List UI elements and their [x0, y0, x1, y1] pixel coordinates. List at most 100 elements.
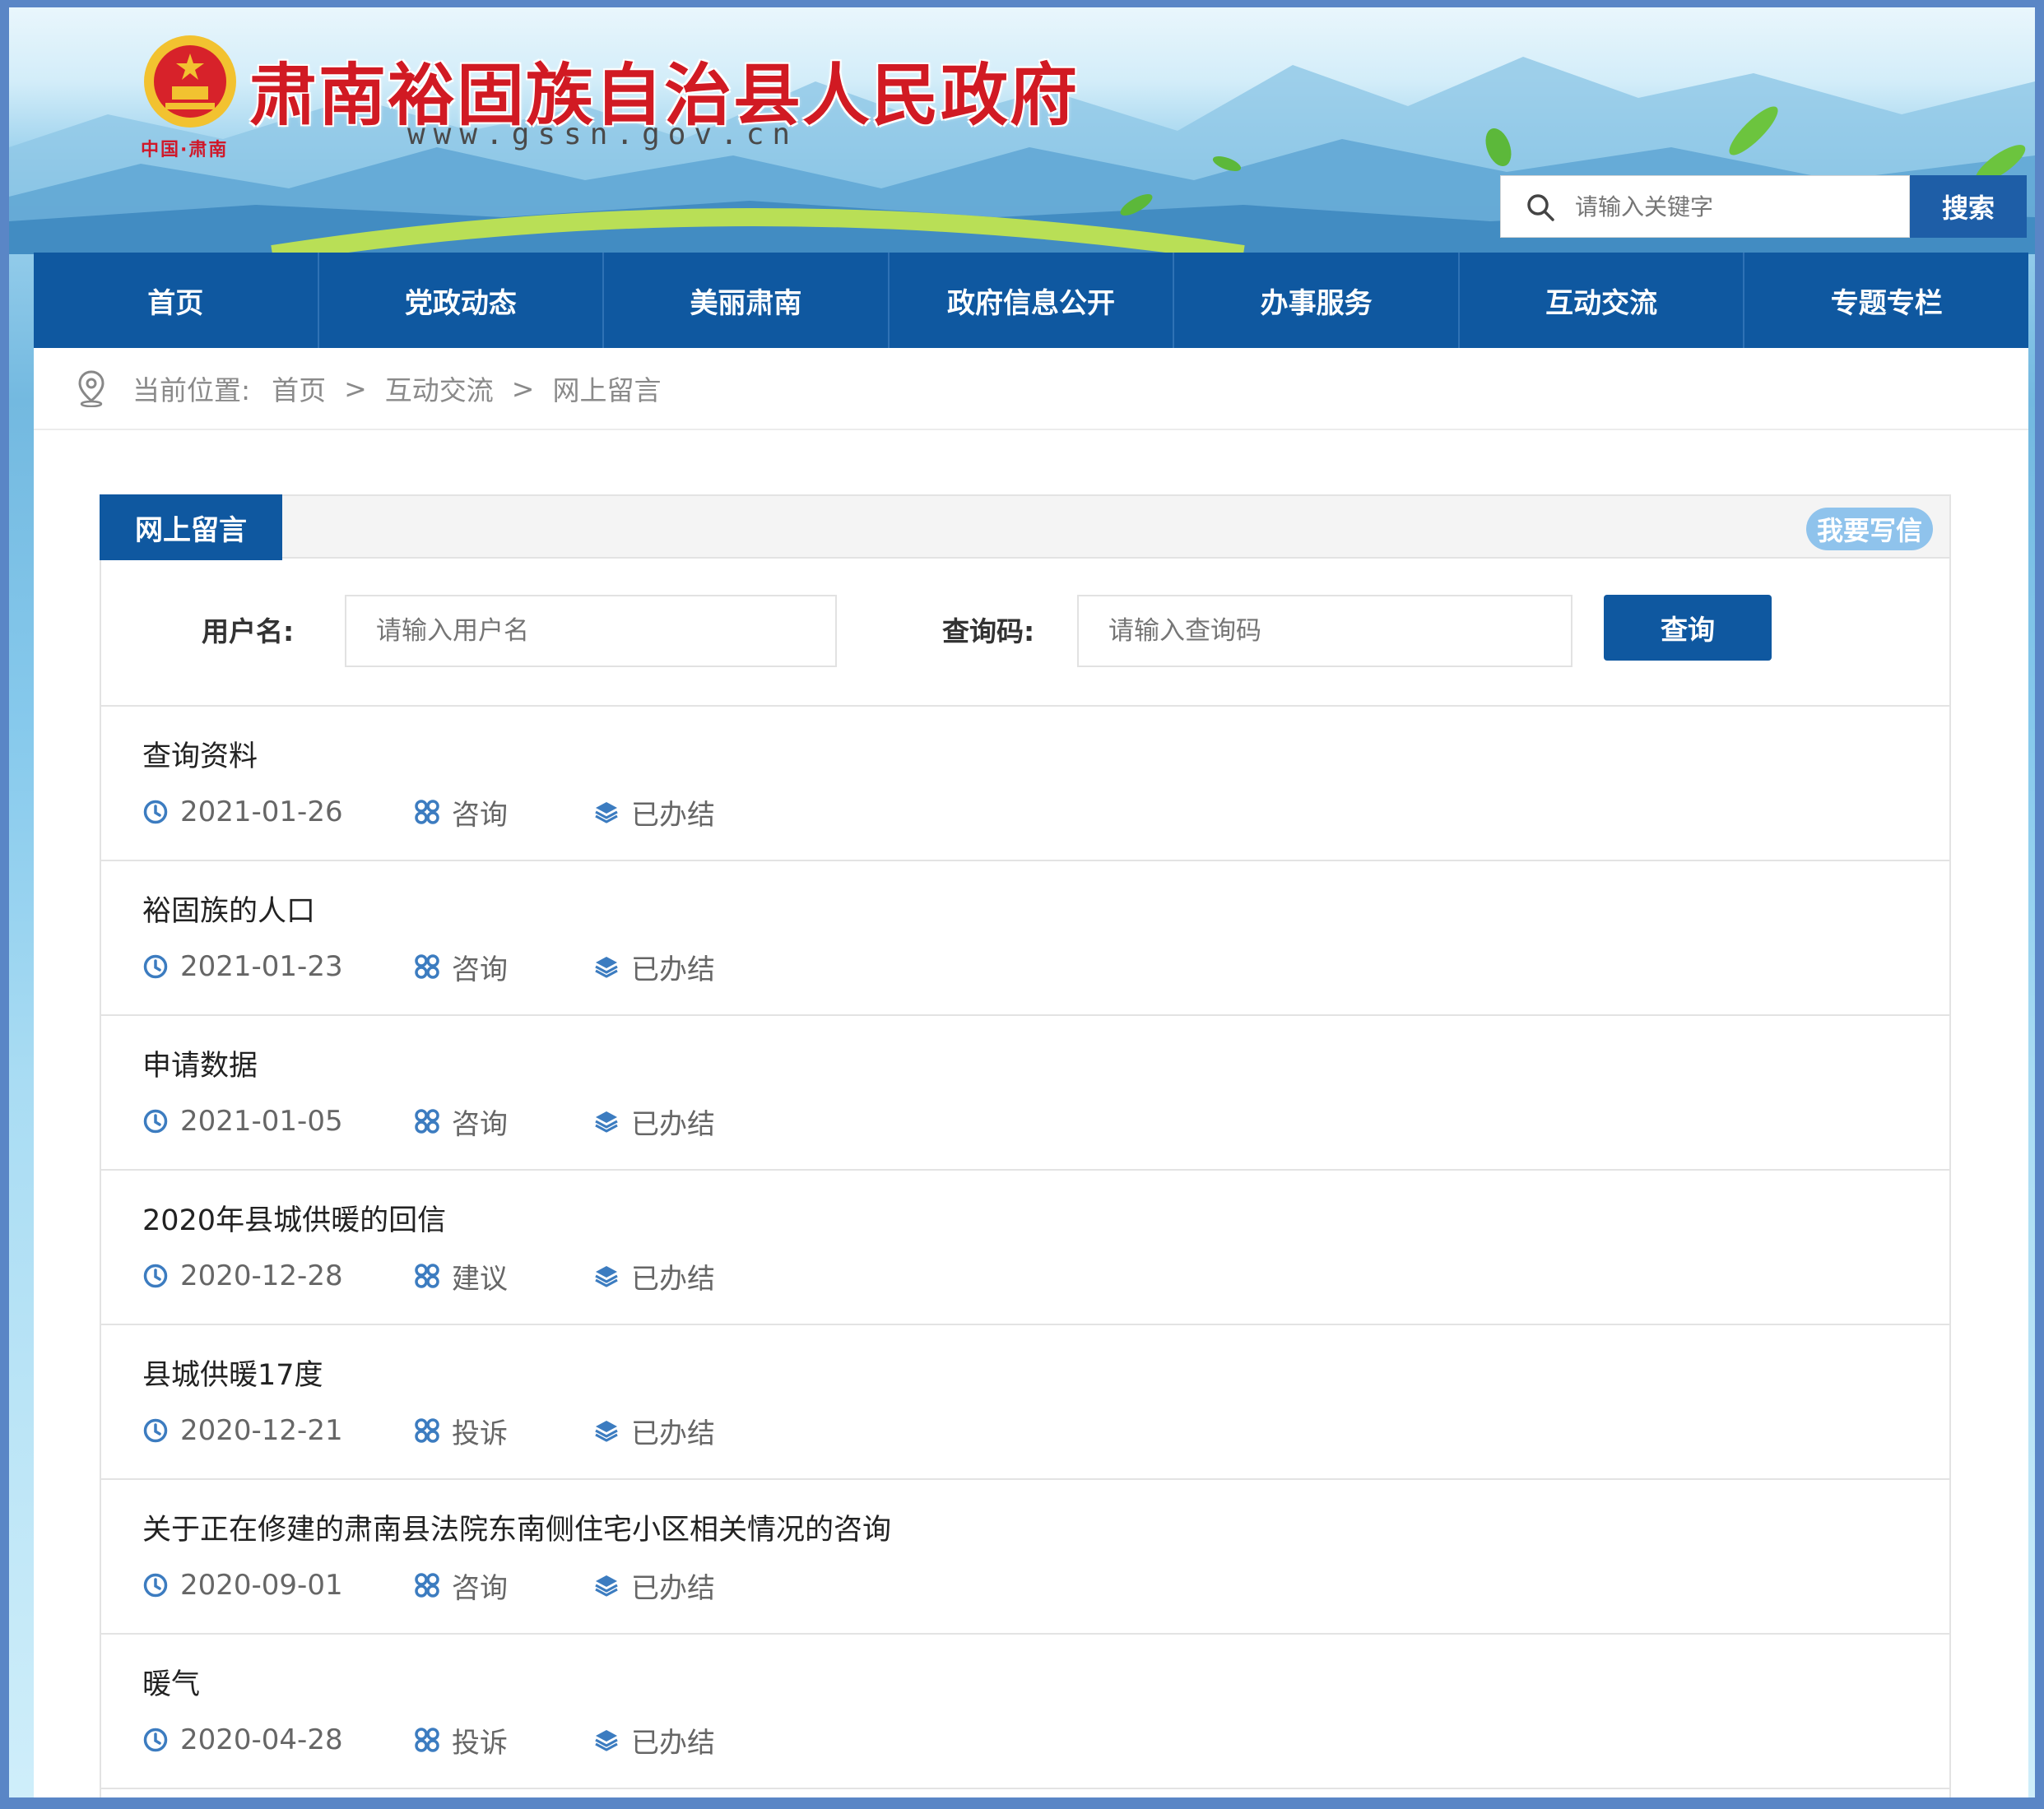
- category-icon: [415, 954, 439, 979]
- site-url: www.gssn.gov.cn: [407, 118, 799, 151]
- list-item[interactable]: 裕固族的人口 2021-01-23 咨询 已办结: [101, 861, 1949, 1016]
- nav-item-home[interactable]: 首页: [34, 253, 319, 348]
- message-status: 已办结: [631, 1417, 715, 1450]
- emblem-caption: 中国·肃南: [141, 140, 229, 160]
- nav-item-beautiful-sunan[interactable]: 美丽肃南: [604, 253, 890, 348]
- message-type: 咨询: [452, 953, 508, 986]
- breadcrumb-home[interactable]: 首页: [272, 369, 326, 408]
- message-title[interactable]: 申请数据: [142, 1042, 258, 1084]
- breadcrumb-interaction[interactable]: 互动交流: [385, 369, 494, 408]
- message-date: 2021-01-23: [180, 950, 343, 983]
- message-type-cell: 咨询: [414, 950, 508, 986]
- message-meta: 2020-09-01 咨询 已办结: [142, 1569, 1130, 1605]
- message-type: 咨询: [452, 798, 508, 832]
- message-status-cell: 已办结: [593, 950, 715, 986]
- message-type: 投诉: [452, 1417, 508, 1450]
- message-status-cell: 已办结: [593, 1723, 715, 1760]
- message-status-cell: 已办结: [593, 1259, 715, 1296]
- layers-icon: [595, 1421, 618, 1442]
- category-icon: [415, 1728, 439, 1752]
- message-type-cell: 咨询: [414, 795, 508, 832]
- tab-online-messages[interactable]: 网上留言: [100, 494, 282, 560]
- message-meta: 2020-12-21 投诉 已办结: [142, 1414, 1130, 1450]
- write-letter-button[interactable]: 我要写信: [1806, 508, 1933, 550]
- message-type: 建议: [452, 1262, 508, 1296]
- clock-icon: [143, 1264, 168, 1288]
- message-type-cell: 咨询: [414, 1105, 508, 1141]
- category-icon: [415, 1109, 439, 1134]
- message-type-cell: 投诉: [414, 1414, 508, 1450]
- message-type-cell: 建议: [414, 1259, 508, 1296]
- message-date: 2020-12-21: [180, 1414, 343, 1447]
- message-date-cell: 2021-01-05: [142, 1105, 343, 1138]
- header-banner: 中国·肃南 肃南裕固族自治县人民政府 www.gssn.gov.cn 搜索: [9, 7, 2035, 254]
- clock-icon: [143, 800, 168, 824]
- message-date-cell: 2020-09-01: [142, 1569, 343, 1602]
- search-icon: [1527, 194, 1554, 221]
- breadcrumb-separator: >: [511, 372, 535, 405]
- message-meta: 2020-12-28 建议 已办结: [142, 1259, 1130, 1296]
- layers-icon: [595, 1266, 618, 1287]
- message-status: 已办结: [631, 953, 715, 986]
- message-date: 2021-01-26: [180, 795, 343, 828]
- search-input[interactable]: [1575, 176, 1904, 237]
- message-title[interactable]: 暖气: [142, 1661, 200, 1703]
- panel-header: 网上留言 我要写信: [100, 494, 1949, 560]
- search-box: [1500, 175, 1910, 238]
- clock-icon: [143, 1418, 168, 1443]
- username-label: 用户名:: [202, 615, 295, 647]
- message-type-cell: 咨询: [414, 1569, 508, 1605]
- message-title[interactable]: 裕固族的人口: [142, 888, 315, 930]
- nav-item-party-news[interactable]: 党政动态: [319, 253, 605, 348]
- nav-item-interaction[interactable]: 互动交流: [1460, 253, 1745, 348]
- category-icon: [415, 800, 439, 824]
- message-date-cell: 2021-01-23: [142, 950, 343, 983]
- username-field[interactable]: [345, 595, 837, 667]
- message-meta: 2020-04-28 投诉 已办结: [142, 1723, 1130, 1760]
- message-date: 2021-01-05: [180, 1105, 343, 1138]
- list-item[interactable]: 关于正在修建的肃南县法院东南侧住宅小区相关情况的咨询 2020-09-01 咨询: [101, 1480, 1949, 1635]
- message-date: 2020-04-28: [180, 1723, 343, 1756]
- location-pin-icon: [78, 370, 105, 407]
- clock-icon: [143, 954, 168, 979]
- nav-item-special-topics[interactable]: 专题专栏: [1744, 253, 2028, 348]
- nav-item-gov-info[interactable]: 政府信息公开: [890, 253, 1175, 348]
- category-icon: [415, 1264, 439, 1288]
- list-item[interactable]: 2020年县城供暖的回信 2020-12-28 建议 已办结: [101, 1171, 1949, 1325]
- message-list: 查询资料 2021-01-26 咨询 已办结 裕固族的人口 2021-01-23…: [101, 707, 1949, 1789]
- nav-item-services[interactable]: 办事服务: [1174, 253, 1460, 348]
- list-item[interactable]: 县城供暖17度 2020-12-21 投诉 已办结: [101, 1325, 1949, 1480]
- list-item[interactable]: 查询资料 2021-01-26 咨询 已办结: [101, 707, 1949, 861]
- breadcrumb-current: 网上留言: [552, 374, 662, 406]
- category-icon: [415, 1418, 439, 1443]
- category-icon: [415, 1573, 439, 1598]
- query-button[interactable]: 查询: [1604, 595, 1772, 661]
- message-title[interactable]: 2020年县城供暖的回信: [142, 1197, 446, 1239]
- message-title[interactable]: 县城供暖17度: [142, 1352, 323, 1394]
- message-meta: 2021-01-05 咨询 已办结: [142, 1105, 1130, 1141]
- message-title[interactable]: 关于正在修建的肃南县法院东南侧住宅小区相关情况的咨询: [142, 1506, 891, 1548]
- message-title[interactable]: 查询资料: [142, 733, 258, 775]
- main-nav: 首页 党政动态 美丽肃南 政府信息公开 办事服务 互动交流 专题专栏: [34, 253, 2028, 348]
- query-code-label: 查询码:: [942, 615, 1035, 647]
- list-item[interactable]: 暖气 2020-04-28 投诉 已办结: [101, 1635, 1949, 1789]
- message-date: 2020-12-28: [180, 1259, 343, 1292]
- message-status: 已办结: [631, 1107, 715, 1141]
- national-emblem-icon: [144, 35, 236, 128]
- search-button[interactable]: 搜索: [1910, 175, 2027, 238]
- message-status: 已办结: [631, 1726, 715, 1760]
- clock-icon: [143, 1573, 168, 1598]
- message-status-cell: 已办结: [593, 1105, 715, 1141]
- main-content: 当前位置: 首页 > 互动交流 > 网上留言 网上留言 我要写信 用户名: 查询…: [34, 348, 2028, 1797]
- message-status: 已办结: [631, 1571, 715, 1605]
- layers-icon: [595, 1730, 618, 1751]
- message-type: 咨询: [452, 1107, 508, 1141]
- list-item[interactable]: 申请数据 2021-01-05 咨询 已办结: [101, 1016, 1949, 1171]
- message-date-cell: 2021-01-26: [142, 795, 343, 828]
- message-date-cell: 2020-04-28: [142, 1723, 343, 1756]
- layers-icon: [595, 802, 618, 823]
- layers-icon: [595, 957, 618, 978]
- breadcrumb: 当前位置: 首页 > 互动交流 > 网上留言: [34, 348, 2028, 430]
- message-status-cell: 已办结: [593, 1414, 715, 1450]
- query-code-field[interactable]: [1077, 595, 1572, 667]
